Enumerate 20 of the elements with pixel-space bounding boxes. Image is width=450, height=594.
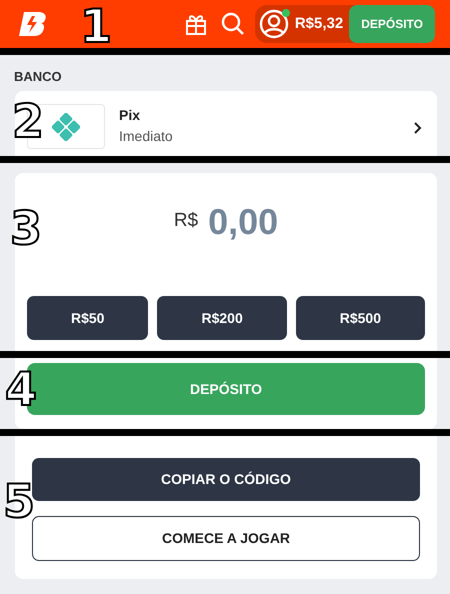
pix-icon xyxy=(52,112,80,140)
annotation-number: 3 xyxy=(10,205,42,251)
section-label: BANCO xyxy=(13,68,63,86)
payment-method-name: Pix xyxy=(119,106,142,125)
search-icon[interactable] xyxy=(220,12,245,36)
chevron-right-icon xyxy=(414,122,422,134)
start-playing-button[interactable]: COMECE A JOGAR xyxy=(32,516,420,561)
avatar-icon[interactable] xyxy=(258,9,289,39)
currency-label: R$ xyxy=(174,208,198,232)
gift-icon[interactable] xyxy=(184,12,207,36)
payment-method-subtitle: Imediato xyxy=(119,127,174,146)
copy-code-button[interactable]: COPIAR O CÓDIGO xyxy=(32,458,420,501)
annotation-number: 2 xyxy=(12,98,44,144)
logo-icon xyxy=(18,11,48,37)
balance-amount: R$5,32 xyxy=(294,14,344,34)
preset-amount-button[interactable]: R$200 xyxy=(157,296,287,340)
preset-amount-button[interactable]: R$50 xyxy=(27,296,148,340)
amount-value: 0,00 xyxy=(208,204,278,240)
annotation-number: 1 xyxy=(80,3,112,49)
preset-amount-button[interactable]: R$500 xyxy=(296,296,425,340)
